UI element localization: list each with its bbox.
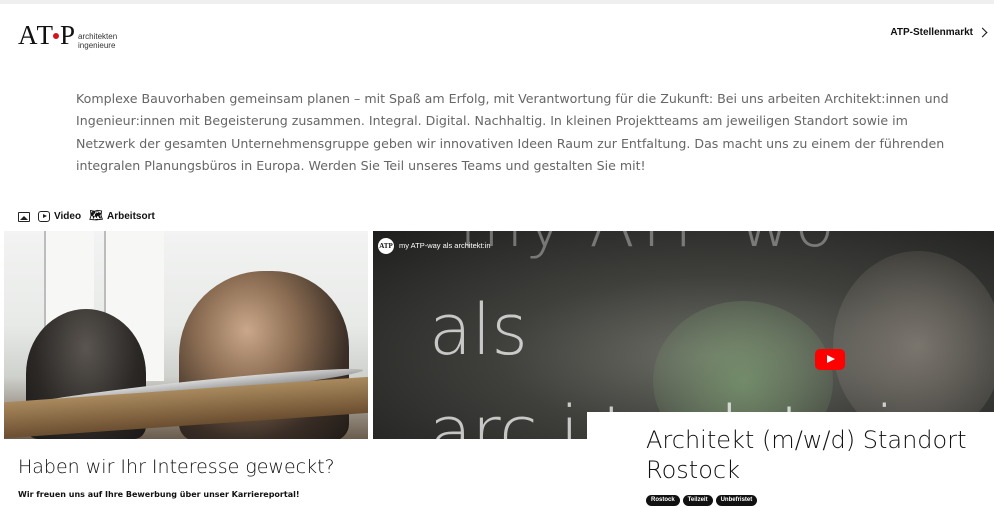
logo-mark: ATP bbox=[18, 20, 75, 50]
stellenmarkt-link[interactable]: ATP-Stellenmarkt bbox=[890, 27, 988, 38]
top-strip bbox=[0, 0, 994, 4]
job-tag: Unbefristet bbox=[715, 495, 758, 506]
stellenmarkt-label: ATP-Stellenmarkt bbox=[890, 27, 973, 38]
intro-paragraph: Komplexe Bauvorhaben gemeinsam planen – … bbox=[76, 91, 949, 174]
tab-video[interactable]: Video bbox=[38, 211, 81, 222]
interest-subtitle: Wir freuen uns auf Ihre Bewerbung über u… bbox=[18, 490, 300, 499]
map-icon: 🗺︎ bbox=[89, 210, 104, 222]
job-title: Architekt (m/w/d) Standort Rostock bbox=[646, 426, 967, 484]
channel-avatar[interactable]: ATP bbox=[378, 238, 394, 254]
video-overlay-text-2: als bbox=[429, 289, 528, 371]
media-tabs: Video 🗺︎ Arbeitsort bbox=[18, 211, 155, 222]
interest-heading: Haben wir Ihr Interesse geweckt? bbox=[18, 456, 335, 478]
logo-red-dot bbox=[53, 32, 59, 39]
logo-line-2: ingenieure bbox=[78, 41, 116, 50]
video-player[interactable]: my ATP wo als arc i t e k t : i ATP my A… bbox=[373, 231, 994, 439]
logo-text: architekten ingenieure bbox=[78, 32, 117, 50]
video-title[interactable]: my ATP-way als architekt:in bbox=[399, 241, 491, 250]
video-overlay-text-1: my ATP wo bbox=[459, 231, 837, 262]
play-icon bbox=[38, 211, 50, 222]
atp-logo[interactable]: ATP architekten ingenieure bbox=[18, 20, 117, 51]
tab-video-label: Video bbox=[54, 211, 82, 222]
tab-map[interactable]: 🗺︎ Arbeitsort bbox=[89, 210, 155, 223]
image-icon bbox=[18, 211, 30, 222]
job-tags: Rostock Teilzeit Unbefristet bbox=[646, 495, 758, 506]
tab-map-label: Arbeitsort bbox=[107, 211, 155, 222]
job-tag: Rostock bbox=[646, 495, 680, 506]
tab-images[interactable] bbox=[18, 211, 30, 222]
team-photo[interactable] bbox=[4, 231, 368, 439]
logo-line-1: architekten bbox=[78, 32, 118, 41]
chevron-right-icon bbox=[977, 27, 988, 38]
youtube-play-icon[interactable] bbox=[815, 349, 845, 370]
job-card: Architekt (m/w/d) Standort Rostock Rosto… bbox=[587, 412, 994, 508]
job-tag: Teilzeit bbox=[682, 495, 713, 506]
